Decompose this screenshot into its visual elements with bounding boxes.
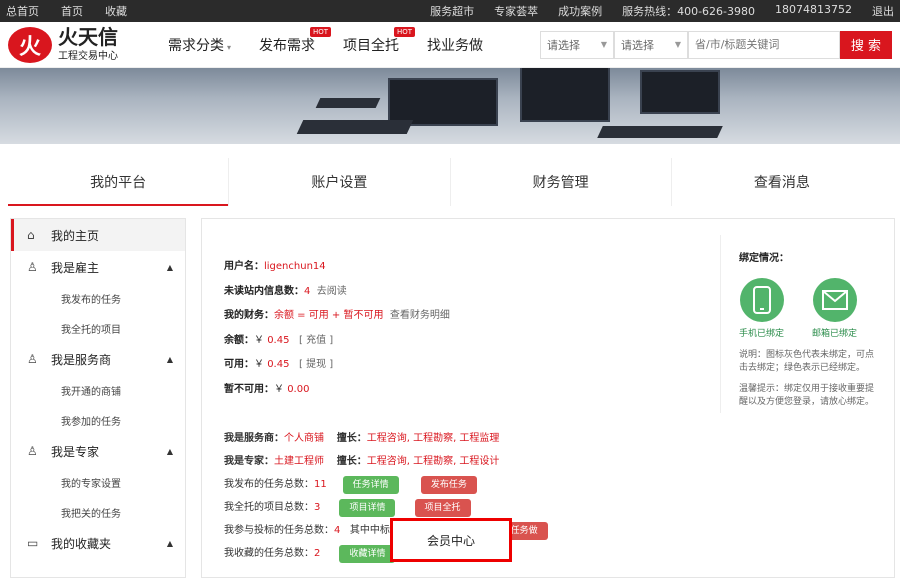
logo-name: 火天信: [58, 25, 118, 49]
email-bound-label: 邮箱已绑定: [812, 329, 858, 339]
user-icon: ♙: [27, 260, 38, 274]
account-info: 用户名：ligenchun14 未读站内信息数：4 去阅读 我的财务：余额 = …: [224, 261, 450, 395]
top-link-market[interactable]: 服务超市: [430, 3, 474, 19]
province-select[interactable]: 请选择 ▼: [540, 30, 614, 59]
available-value: 0.45: [267, 359, 290, 370]
platform-tabs: 我的平台 账户设置 财务管理 查看消息: [0, 158, 900, 206]
top-bar: 总首页 首页 收藏 服务超市 专家荟萃 成功案例 服务热线：400-626-39…: [0, 0, 900, 22]
top-link-favorite[interactable]: 收藏: [105, 3, 127, 19]
finance-detail-link[interactable]: 查看财务明细: [390, 310, 450, 321]
provider-type[interactable]: 个人商铺: [284, 433, 324, 444]
main-panel: 用户名：ligenchun14 未读站内信息数：4 去阅读 我的财务：余额 = …: [201, 218, 895, 578]
favorite-detail-button[interactable]: 收藏详情: [339, 545, 396, 563]
binding-tip: 温馨提示：绑定仅用于接收重要提醒以及方便您登录，请放心绑定。: [739, 384, 875, 407]
search-bar: 请选择▼ 请选择▼ 搜 索: [540, 30, 892, 59]
phone-bound-label: 手机已绑定: [739, 329, 785, 339]
sidebar-item-home[interactable]: ⌂ 我的主页: [11, 219, 185, 251]
frozen-value: 0.00: [287, 383, 310, 395]
task-count: 11: [314, 479, 327, 490]
phone-bound-icon[interactable]: [739, 278, 784, 322]
expert-icon: ♙: [27, 444, 38, 458]
top-link-cases[interactable]: 成功案例: [558, 3, 602, 19]
search-input[interactable]: [688, 30, 840, 59]
sidebar-item-favorites[interactable]: ▭ 我的收藏夹 ▲: [11, 527, 185, 559]
member-center-popup[interactable]: 会员中心: [390, 518, 512, 562]
tab-my-platform[interactable]: 我的平台: [8, 158, 230, 206]
folder-icon: ▭: [27, 536, 39, 550]
logo-subtitle: 工程交易中心: [58, 51, 118, 62]
hot-badge: HOT: [309, 26, 332, 37]
hotline-text: 服务热线：400-626-3980: [622, 5, 756, 18]
nav-find-business[interactable]: 找业务做: [427, 35, 483, 55]
publish-task-button[interactable]: 发布任务: [420, 476, 477, 494]
main-nav: 需求分类 ▾ 发布需求 HOT 项目全托 HOT 找业务做: [168, 26, 483, 55]
sidebar-sub-published-tasks[interactable]: 我发布的任务: [11, 283, 185, 313]
nav-demand-category[interactable]: 需求分类 ▾: [168, 35, 231, 55]
nav-publish-demand[interactable]: 发布需求 HOT: [259, 26, 332, 55]
tab-finance[interactable]: 财务管理: [451, 158, 672, 206]
email-bound-icon[interactable]: [812, 278, 857, 322]
balance-value: 0.45: [267, 334, 290, 346]
search-button[interactable]: 搜 索: [840, 30, 892, 59]
won-bids-label: 其中中标: [349, 525, 390, 536]
project-count: 3: [314, 502, 321, 513]
read-messages-link[interactable]: 去阅读: [317, 286, 347, 297]
logo-icon: 火: [8, 26, 52, 63]
caret-up-icon: ▲: [166, 538, 173, 548]
chevron-down-icon: ▾: [227, 42, 232, 52]
sidebar: ⌂ 我的主页 ♙ 我是雇主 ▲ 我发布的任务 我全托的项目 ♙ 我是服务商 ▲ 我开通的商…: [10, 218, 186, 578]
banner-image: [0, 68, 900, 144]
task-detail-button[interactable]: 任务详情: [342, 476, 399, 494]
sidebar-sub-expert-settings[interactable]: 我的专家设置: [11, 467, 185, 497]
tab-account-settings[interactable]: 账户设置: [229, 158, 451, 206]
home-icon: ⌂: [27, 228, 35, 242]
favorite-count: 2: [314, 548, 321, 559]
top-link-home[interactable]: 首页: [61, 3, 83, 19]
username: ligenchun14: [264, 261, 326, 272]
sidebar-sub-reviewed-tasks[interactable]: 我把关的任务: [11, 497, 185, 527]
person-icon: ♙: [27, 352, 38, 366]
unread-count: 4: [304, 285, 311, 297]
sidebar-sub-my-shops[interactable]: 我开通的商铺: [11, 375, 185, 405]
caret-up-icon: ▲: [166, 446, 173, 456]
top-link-experts[interactable]: 专家荟萃: [494, 3, 538, 19]
finance-formula: 余额 = 可用 + 暂不可用: [274, 310, 384, 321]
sidebar-sub-entrusted-projects[interactable]: 我全托的项目: [11, 313, 185, 343]
sidebar-item-employer[interactable]: ♙ 我是雇主 ▲: [11, 251, 185, 283]
binding-note: 说明：图标灰色代表未绑定，可点击去绑定；绿色表示已经绑定。: [739, 350, 875, 373]
tab-messages[interactable]: 查看消息: [672, 158, 892, 206]
city-select[interactable]: 请选择 ▼: [614, 30, 688, 59]
sidebar-sub-joined-tasks[interactable]: 我参加的任务: [11, 405, 185, 435]
logo[interactable]: 火 火天信 工程交易中心: [8, 25, 158, 63]
header: 火 火天信 工程交易中心 需求分类 ▾ 发布需求 HOT 项目全托 HOT 找业务做 …: [0, 22, 900, 68]
project-detail-button[interactable]: 项目详情: [339, 499, 396, 517]
project-entrust-button[interactable]: 项目全托: [414, 499, 471, 517]
sidebar-item-expert[interactable]: ♙ 我是专家 ▲: [11, 435, 185, 467]
bid-count: 4: [334, 525, 341, 536]
expert-type[interactable]: 土建工程师: [274, 456, 324, 467]
recharge-link[interactable]: [ 充值 ]: [299, 335, 333, 346]
expert-skills: 工程咨询, 工程勘察, 工程设计: [366, 456, 500, 467]
sidebar-item-provider[interactable]: ♙ 我是服务商 ▲: [11, 343, 185, 375]
withdraw-link[interactable]: [ 提现 ]: [299, 359, 333, 370]
chevron-down-icon: ▼: [674, 40, 681, 49]
nav-project-entrust[interactable]: 项目全托 HOT: [343, 26, 416, 55]
binding-title: 绑定情况：: [739, 253, 789, 264]
binding-status: 绑定情况： 手机已绑定 邮箱已绑定 说明：图标灰色代表未绑定，可点击去绑定；绿色…: [720, 235, 880, 413]
hot-badge: HOT: [393, 26, 416, 37]
caret-up-icon: ▲: [166, 262, 173, 272]
user-phone[interactable]: 18074813752: [775, 3, 852, 19]
chevron-down-icon: ▼: [600, 40, 607, 49]
top-link-all-home[interactable]: 总首页: [6, 3, 39, 19]
provider-skills: 工程咨询, 工程勘察, 工程监理: [366, 433, 500, 444]
logout-link[interactable]: 退出: [872, 3, 894, 19]
caret-up-icon: ▲: [166, 354, 173, 364]
